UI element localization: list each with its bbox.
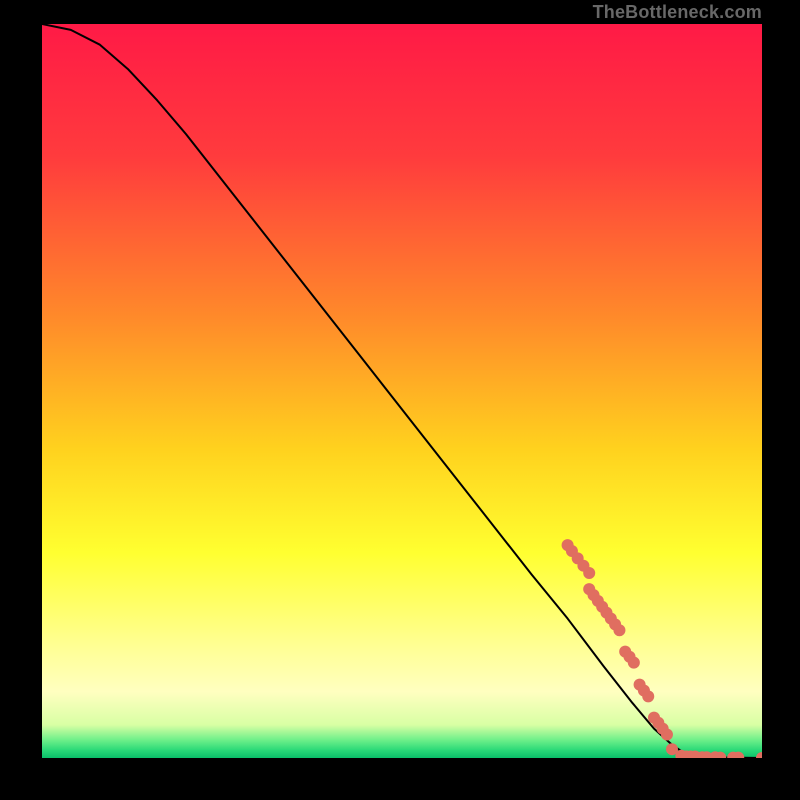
data-marker	[583, 567, 595, 579]
data-marker	[661, 729, 673, 741]
chart-svg	[42, 24, 762, 758]
data-marker	[642, 690, 654, 702]
data-marker	[613, 624, 625, 636]
chart-frame: TheBottleneck.com	[0, 0, 800, 800]
attribution-watermark: TheBottleneck.com	[593, 2, 762, 23]
gradient-background	[42, 24, 762, 758]
plot-area	[42, 24, 762, 758]
data-marker	[628, 657, 640, 669]
